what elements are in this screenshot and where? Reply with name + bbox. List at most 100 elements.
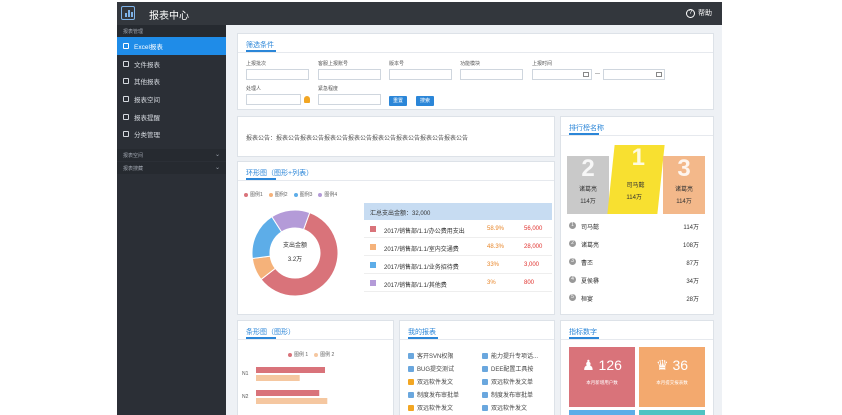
legend-item[interactable]: 图例1 xyxy=(244,191,263,198)
bar[interactable] xyxy=(256,367,325,373)
legend-dot-icon xyxy=(314,352,319,357)
calendar-icon[interactable] xyxy=(656,72,662,77)
report-icon xyxy=(482,404,488,411)
report-icon xyxy=(408,378,414,385)
table-row: 2017/销售部/1.1/办公费用支出 58.9% 56,000 xyxy=(364,220,552,238)
metric-tile-reports[interactable]: ♛ 36 本月提交报表数 xyxy=(639,347,705,407)
handler-label: 处理人 xyxy=(246,86,262,92)
sidebar-item-report-space[interactable]: 报表空间 xyxy=(117,90,226,108)
sidebar-group-report-management[interactable]: 报表管理 xyxy=(117,25,226,37)
report-icon xyxy=(482,378,488,385)
rank-name: 司马懿 xyxy=(581,225,600,231)
ranking-list-item[interactable]: 4 夏侯楙 34万 xyxy=(569,271,699,289)
podium-first[interactable]: 1 司马懿 114万 xyxy=(607,144,665,214)
user-picker-icon[interactable] xyxy=(304,96,310,103)
filter-panel: 筛选条件 上报批次 客服上报账号 版本号 功能模块 上报时间 — 处理人 紧急程… xyxy=(237,33,714,110)
podium-name: 诸葛亮 xyxy=(578,187,597,193)
chevron-down-icon: ⌄ xyxy=(214,152,220,159)
series-color-swatch xyxy=(370,226,376,232)
metric-value: 126 xyxy=(598,357,622,373)
space-icon xyxy=(123,95,129,102)
bar-chart: N1 N2 xyxy=(242,367,328,404)
sidebar-group-report-space[interactable]: 报表空间 ⌄ xyxy=(117,149,226,162)
row-amount: 56,000 xyxy=(524,226,543,232)
legend-label: 图例 2 xyxy=(320,352,335,358)
legend-dot-icon xyxy=(268,192,273,197)
table-row: 2017/销售部/1.1/其他费 3% 800 xyxy=(364,274,552,292)
start-date-input[interactable] xyxy=(532,69,592,80)
podium-rank: 2 xyxy=(581,155,595,182)
report-link[interactable]: 双远软件发文 xyxy=(408,377,453,386)
report-label: 双远软件发文 xyxy=(491,406,528,412)
search-button[interactable]: 搜索 xyxy=(416,96,434,106)
ranking-list-item[interactable]: 5 桓宴 28万 xyxy=(569,289,699,307)
legend-item[interactable]: 图例4 xyxy=(318,191,337,198)
legend-item[interactable]: 图例 1 xyxy=(288,351,308,358)
handler-input[interactable] xyxy=(246,94,301,105)
metric-tile-new-users[interactable]: ♟ 126 本月新增用户数 xyxy=(569,347,635,407)
sidebar-item-report-reminder[interactable]: 报表提醒 xyxy=(117,108,226,126)
donut-title: 环形图（图形+列表） xyxy=(238,162,554,181)
trophy-icon: ♛ xyxy=(655,357,669,373)
module-input[interactable] xyxy=(460,69,523,80)
ranking-list-item[interactable]: 1 司马懿 114万 xyxy=(569,217,699,235)
rank-badge: 1 xyxy=(569,222,576,229)
report-link[interactable]: 双远软件发文单 xyxy=(482,377,533,386)
bar[interactable] xyxy=(256,375,300,381)
row-name: 2017/销售部/1.1/业务招待费 xyxy=(384,265,459,271)
report-link[interactable]: 制度发布审批单 xyxy=(408,390,459,399)
chevron-down-icon: ⌄ xyxy=(214,165,220,172)
report-link[interactable]: 双远软件发文 xyxy=(408,403,453,412)
legend-label: 图例4 xyxy=(324,192,338,198)
top-bar: 报表中心 ? 帮助 xyxy=(117,2,722,25)
report-label: 客开SVN权限 xyxy=(417,354,454,360)
bar-chart-panel: 条形图（图形） 图例 1 图例 2 N1 N2 xyxy=(237,320,394,415)
podium-second[interactable]: 2 诸葛亮 114万 xyxy=(567,156,609,214)
series-color-swatch xyxy=(370,280,376,286)
donut-table-header: 汇总支出金额：32,000 xyxy=(364,203,552,220)
ranking-list-item[interactable]: 3 曹丕 87万 xyxy=(569,253,699,271)
report-link[interactable]: 客开SVN权限 xyxy=(408,351,453,360)
account-input[interactable] xyxy=(318,69,381,80)
calendar-icon[interactable] xyxy=(583,72,589,77)
report-link[interactable]: BUG提交测试 xyxy=(408,364,454,373)
sidebar: 报表管理 Excel报表 文件报表 其他报表 报表空间 报表提醒 分类管理 报表… xyxy=(117,25,226,415)
version-input[interactable] xyxy=(389,69,452,80)
table-row: 2017/销售部/1.1/室内交通费 48.3% 28,000 xyxy=(364,238,552,256)
podium-name: 诸葛亮 xyxy=(674,187,693,193)
person-icon: ♟ xyxy=(582,357,595,373)
sidebar-item-file-report[interactable]: 文件报表 xyxy=(117,55,226,73)
series-color-swatch xyxy=(370,262,376,268)
help-button[interactable]: ? 帮助 xyxy=(686,8,712,18)
batch-input[interactable] xyxy=(246,69,309,80)
row-amount: 3,000 xyxy=(524,262,540,268)
report-label: 双远软件发文单 xyxy=(491,380,534,386)
sidebar-item-excel-report[interactable]: Excel报表 xyxy=(117,37,226,55)
sidebar-item-other-report[interactable]: 其他报表 xyxy=(117,72,226,90)
urgency-select[interactable] xyxy=(318,94,381,105)
podium-value: 114万 xyxy=(580,199,596,205)
report-link[interactable]: 双远软件发文 xyxy=(482,403,527,412)
row-name: 2017/销售部/1.1/办公费用支出 xyxy=(384,229,465,235)
row-percent: 48.3% xyxy=(487,244,505,250)
list-icon xyxy=(123,78,129,85)
report-link[interactable]: 能力提升专项话... xyxy=(482,351,538,360)
metric-label: 本月提交报表数 xyxy=(656,380,688,385)
report-link[interactable]: DEE配置工具按 xyxy=(482,364,533,373)
end-date-input[interactable] xyxy=(603,69,665,80)
sidebar-group-label: 报表空间 xyxy=(123,153,144,160)
legend-item[interactable]: 图例2 xyxy=(268,191,288,198)
bar[interactable] xyxy=(256,398,328,404)
legend-item[interactable]: 图例 2 xyxy=(314,351,334,358)
bar[interactable] xyxy=(256,390,320,396)
legend-item[interactable]: 图例3 xyxy=(293,191,312,198)
ranking-list-item[interactable]: 2 诸葛亮 108万 xyxy=(569,235,699,253)
report-icon xyxy=(482,391,488,398)
report-link[interactable]: 制度发布审批单 xyxy=(482,390,533,399)
sidebar-item-category-management[interactable]: 分类管理 xyxy=(117,125,226,143)
sidebar-group-report-favorites[interactable]: 报表搜藏 ⌄ xyxy=(117,162,226,175)
podium-third[interactable]: 3 诸葛亮 114万 xyxy=(663,156,705,214)
rank-badge: 5 xyxy=(569,294,576,301)
time-label: 上报时间 xyxy=(532,61,553,67)
reset-button[interactable]: 重置 xyxy=(389,96,407,106)
